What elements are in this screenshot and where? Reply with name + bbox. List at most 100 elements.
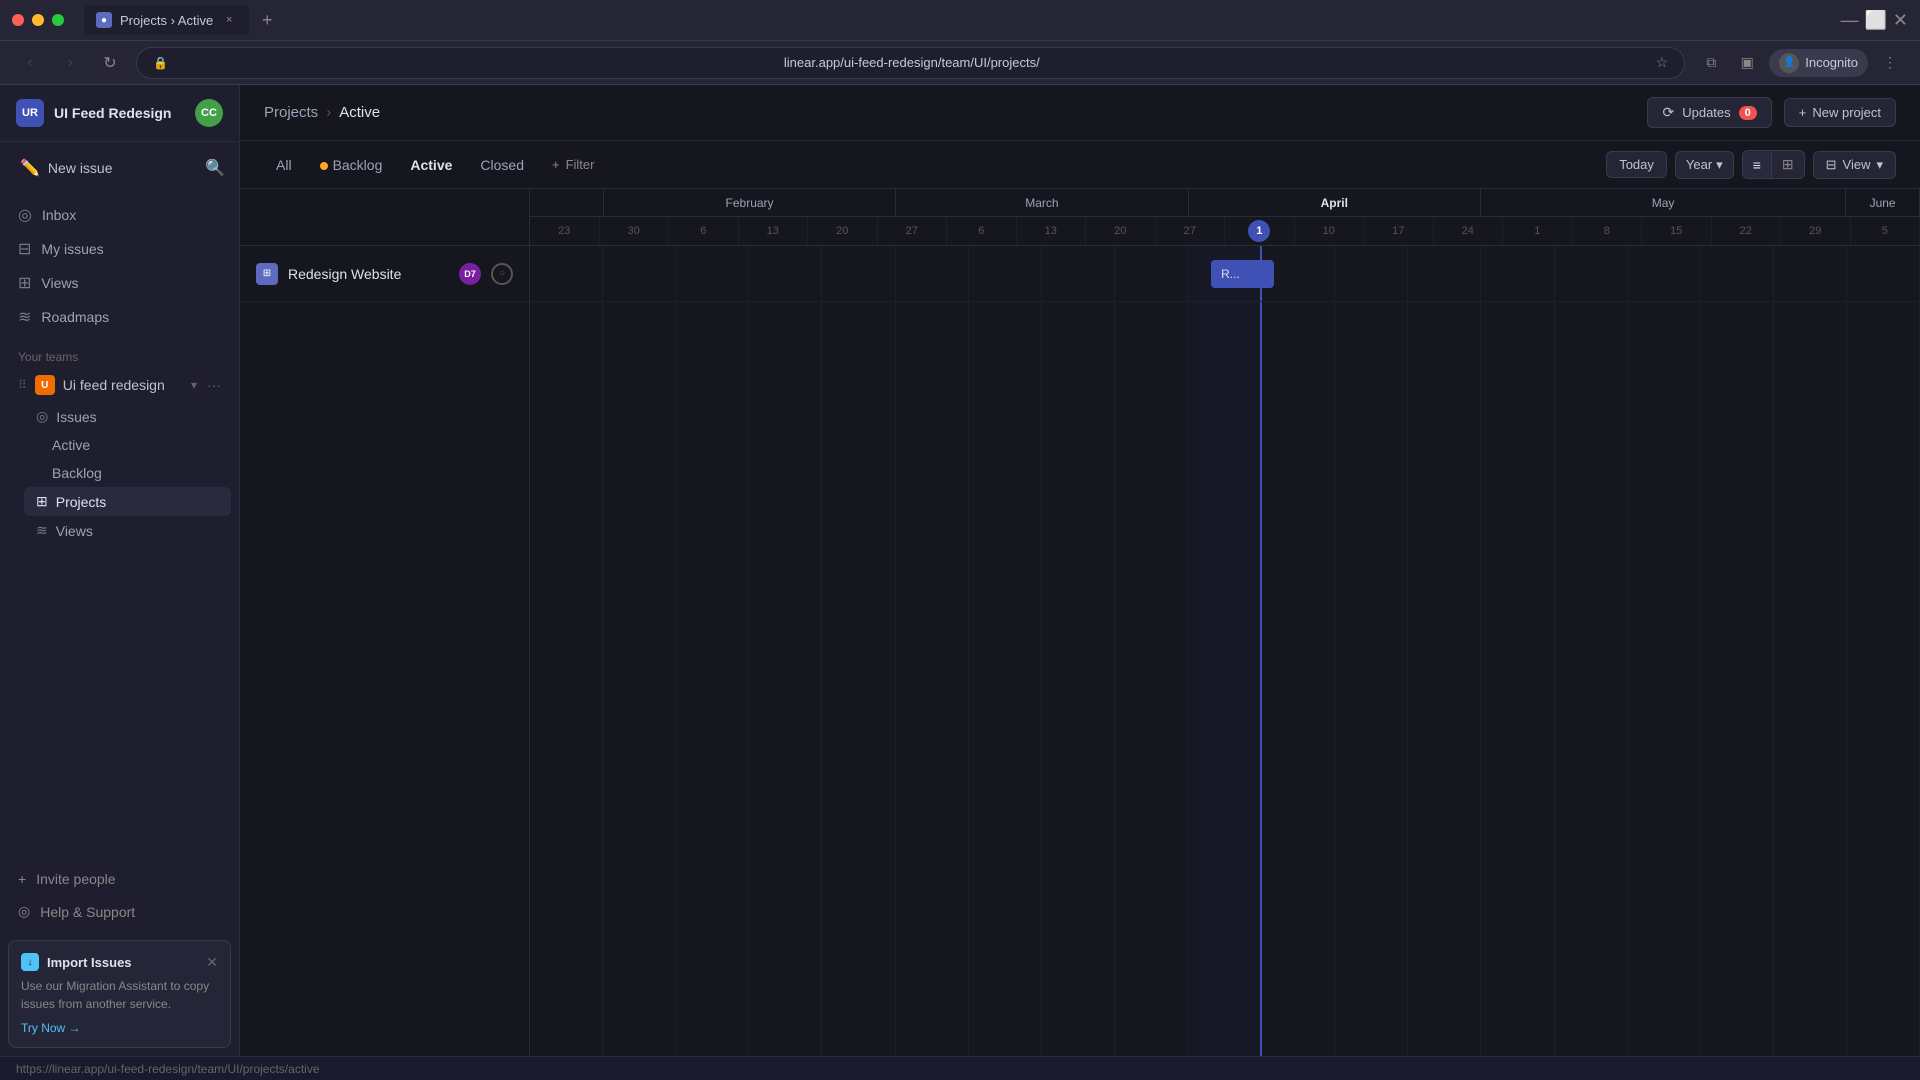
new-tab-button[interactable]: + [253, 6, 281, 34]
close-button[interactable] [12, 14, 24, 26]
filter-label: Filter [566, 157, 595, 172]
sidebar-item-issues[interactable]: ◎ Issues [24, 402, 231, 431]
week-feb-20: 20 [808, 217, 878, 245]
grid-col-3 [676, 246, 749, 1056]
main-header: Projects › Active ⟳ Updates 0 + New proj… [240, 85, 1920, 141]
month-april: April [1189, 189, 1481, 216]
import-cta-link[interactable]: Try Now → [21, 1021, 218, 1035]
filter-tab-all[interactable]: All [264, 152, 304, 178]
sidebar-item-my-issues[interactable]: ⊟ My issues [8, 232, 231, 266]
sidebar-item-backlog[interactable]: Backlog [40, 459, 231, 487]
project-name: Redesign Website [288, 266, 449, 282]
teams-section-title: Your teams [0, 338, 239, 368]
search-button[interactable]: 🔍 [199, 152, 231, 184]
active-tab[interactable]: ● Projects › Active × [84, 5, 249, 35]
team-name: Ui feed redesign [63, 377, 183, 393]
today-button[interactable]: Today [1606, 151, 1667, 178]
filter-tab-backlog[interactable]: Backlog [308, 152, 395, 178]
week-feb-27: 27 [878, 217, 948, 245]
table-row[interactable]: ⊞ Redesign Website D7 ○ [240, 246, 529, 302]
import-close-button[interactable]: ✕ [206, 954, 218, 971]
new-issue-icon: ✏️ [20, 158, 40, 178]
filter-plus-icon: + [552, 157, 560, 172]
forward-button[interactable]: › [56, 49, 84, 77]
breadcrumb-projects-link[interactable]: Projects [264, 104, 318, 121]
grid-col-16 [1628, 246, 1701, 1056]
week-jun-5: 5 [1851, 217, 1920, 245]
gantt-bar-redesign-website[interactable]: R... [1211, 260, 1274, 288]
workspace-name: UI Feed Redesign [54, 105, 171, 121]
team-header[interactable]: ⠿ U Ui feed redesign ▾ ··· [8, 368, 231, 402]
sidebar-item-team-views[interactable]: ≋ Views [24, 516, 231, 545]
sidebar-item-views[interactable]: ⊞ Views [8, 266, 231, 300]
help-support-button[interactable]: ◎ Help & Support [8, 895, 231, 928]
grid-view-toggle[interactable]: ⊞ [1772, 151, 1804, 178]
add-filter-button[interactable]: + Filter [540, 152, 606, 177]
address-bar[interactable]: 🔒 linear.app/ui-feed-redesign/team/UI/pr… [136, 47, 1685, 79]
sidebar-item-roadmaps[interactable]: ≋ Roadmaps [8, 300, 231, 334]
sidebar-item-projects[interactable]: ⊞ Projects [24, 487, 231, 516]
import-title-text: Import Issues [47, 955, 132, 970]
help-label: Help & Support [40, 904, 135, 920]
week-feb-13: 13 [739, 217, 809, 245]
week-may-8: 8 [1573, 217, 1643, 245]
team-more-icon[interactable]: ··· [207, 377, 221, 393]
lock-icon: 🔒 [153, 56, 168, 70]
new-issue-button[interactable]: ✏️ New issue [8, 150, 195, 186]
week-mar-20: 20 [1086, 217, 1156, 245]
breadcrumb: Projects › Active [264, 104, 380, 121]
sidebar-item-active[interactable]: Active [40, 431, 231, 459]
bookmark-icon[interactable]: ☆ [1656, 54, 1669, 71]
week-mar-6: 6 [947, 217, 1017, 245]
help-icon: ◎ [18, 903, 30, 920]
team-collapse-icon: ▾ [191, 378, 197, 392]
filter-tabs: All Backlog Active Closed + Filter [264, 152, 606, 178]
updates-button[interactable]: ⟳ Updates 0 [1647, 97, 1771, 128]
filter-tab-active[interactable]: Active [398, 152, 464, 178]
team-drag-icon: ⠿ [18, 378, 27, 392]
month-row: February March April May June [530, 189, 1920, 217]
chrome-menu-icon[interactable]: ⋮ [1876, 49, 1904, 77]
new-project-icon: + [1799, 105, 1807, 120]
new-issue-label: New issue [48, 160, 113, 176]
active-label: Active [52, 437, 90, 453]
grid-col-17 [1701, 246, 1774, 1056]
inbox-icon: ◎ [18, 205, 32, 225]
project-icon: ⊞ [256, 263, 278, 285]
team-initial: U [41, 380, 48, 391]
invite-people-button[interactable]: + Invite people [8, 863, 231, 895]
week-may-22: 22 [1712, 217, 1782, 245]
user-avatar[interactable]: CC [195, 99, 223, 127]
extensions-icon[interactable]: ⧉ [1697, 49, 1725, 77]
year-selector[interactable]: Year ▾ [1675, 151, 1734, 179]
sidebar-bottom-nav: + Invite people ◎ Help & Support [0, 855, 239, 932]
sidebar-toggle-icon[interactable]: ▣ [1733, 49, 1761, 77]
incognito-badge[interactable]: 👤 Incognito [1769, 49, 1868, 77]
window-minimize-icon[interactable]: — [1840, 10, 1858, 31]
gantt-timeline-header: February March April May June 23 30 6 13… [530, 189, 1920, 245]
filter-tab-closed[interactable]: Closed [468, 152, 536, 178]
list-view-toggle[interactable]: ≡ [1743, 152, 1772, 178]
window-close-icon[interactable]: ✕ [1893, 10, 1908, 31]
new-project-button[interactable]: + New project [1784, 98, 1896, 127]
invite-icon: + [18, 871, 26, 887]
refresh-button[interactable]: ↻ [96, 49, 124, 77]
maximize-button[interactable] [52, 14, 64, 26]
week-may-1: 1 [1503, 217, 1573, 245]
view-chevron-icon: ▾ [1876, 157, 1883, 173]
roadmaps-icon: ≋ [18, 307, 31, 327]
month-may: May [1481, 189, 1846, 216]
tab-favicon: ● [96, 12, 112, 28]
back-button[interactable]: ‹ [16, 49, 44, 77]
sidebar-item-inbox[interactable]: ◎ Inbox [8, 198, 231, 232]
view-options-button[interactable]: ⊟ View ▾ [1813, 151, 1896, 179]
main-header-actions: ⟳ Updates 0 + New project [1647, 97, 1896, 128]
tab-close-button[interactable]: × [221, 12, 237, 28]
view-toggle: ≡ ⊞ [1742, 150, 1805, 179]
sidebar-nav: ◎ Inbox ⊟ My issues ⊞ Views ≋ Roadmaps [0, 194, 239, 338]
minimize-button[interactable] [32, 14, 44, 26]
grid-col-13 [1408, 246, 1481, 1056]
window-restore-icon[interactable]: ⬜ [1864, 10, 1886, 31]
import-issues-card: ↓ Import Issues ✕ Use our Migration Assi… [8, 940, 231, 1048]
incognito-label: Incognito [1805, 55, 1858, 70]
